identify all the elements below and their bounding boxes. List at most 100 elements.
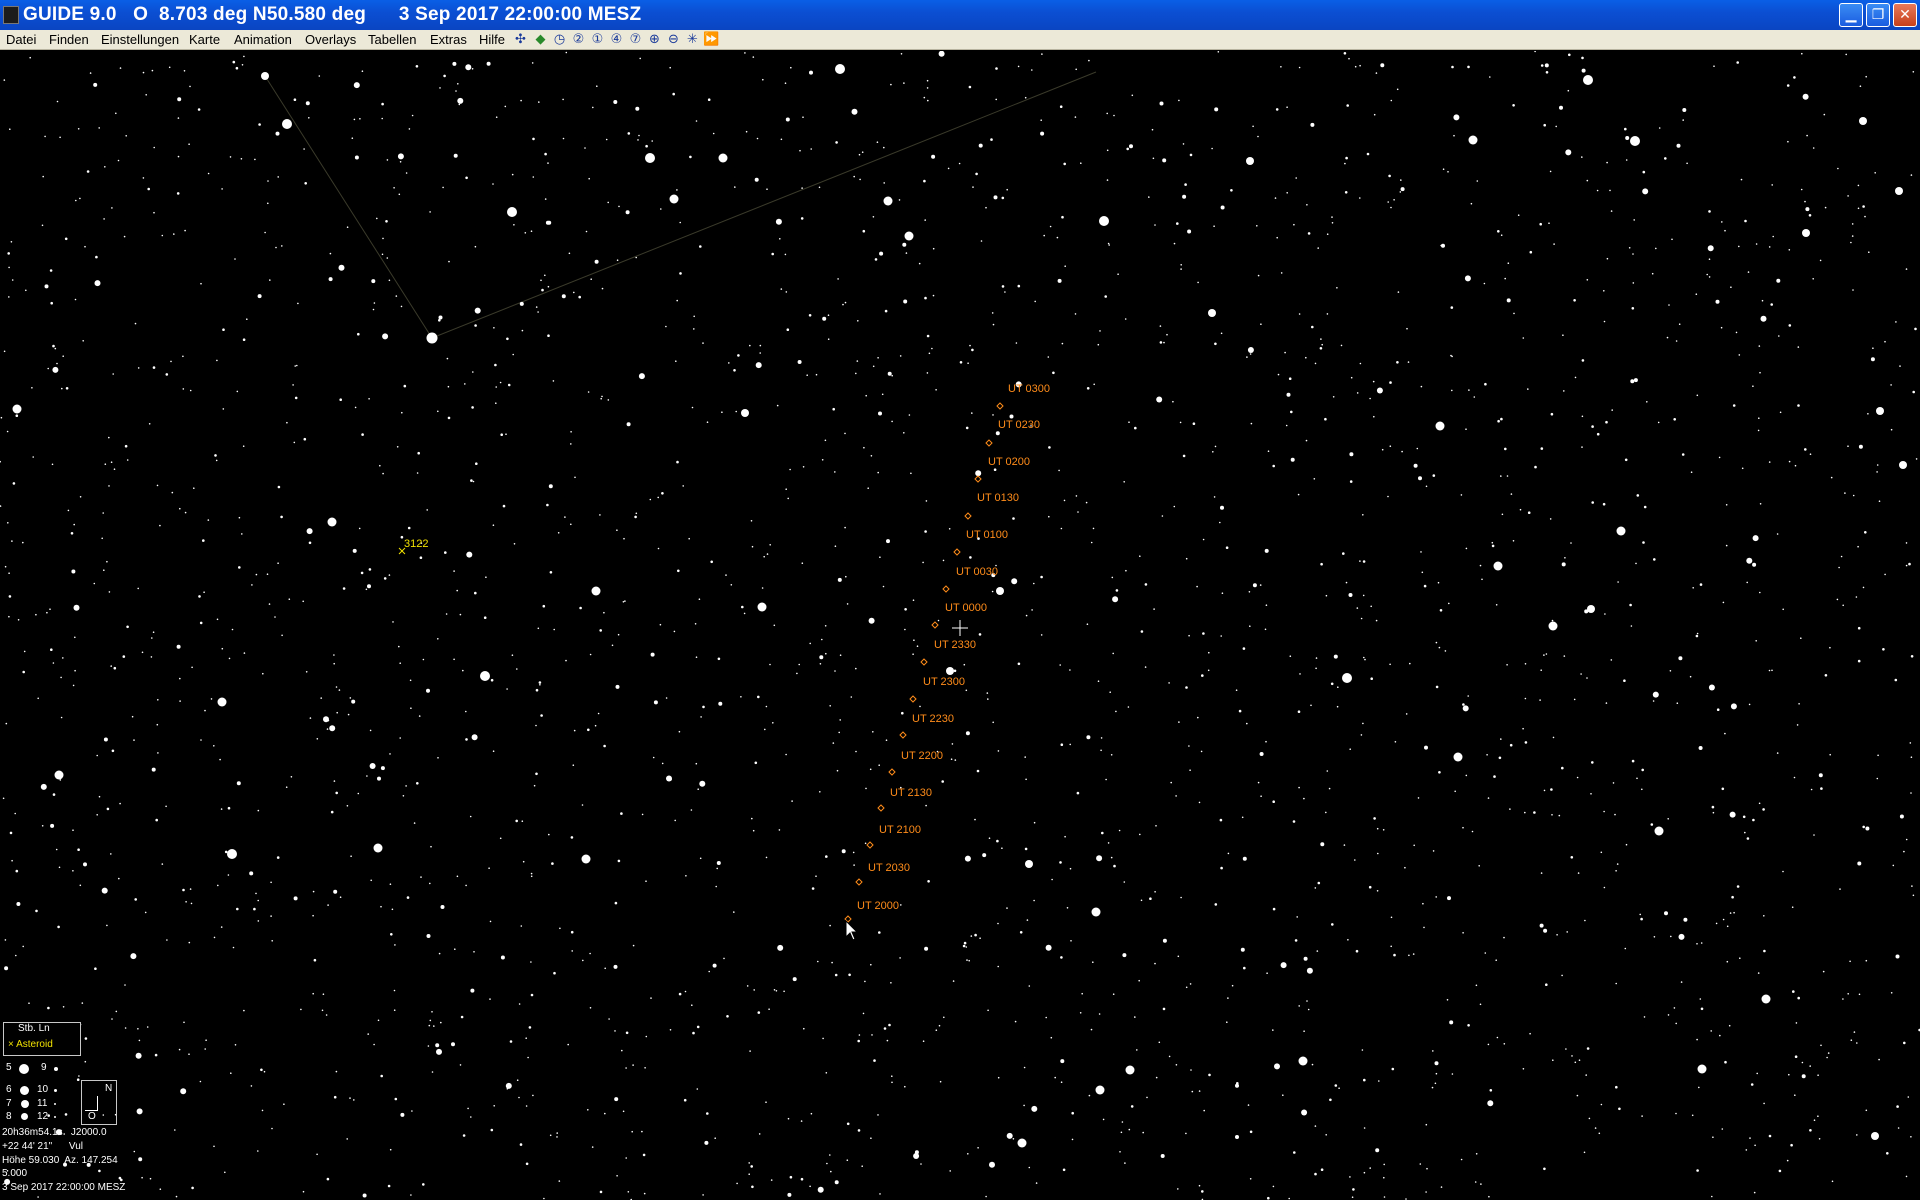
star — [328, 277, 333, 282]
star — [1246, 722, 1248, 725]
star — [327, 904, 329, 906]
toolbar-button-6[interactable]: ④ — [608, 30, 625, 48]
star — [810, 1112, 813, 1115]
menu-einstellungen[interactable]: Einstellungen — [101, 32, 179, 47]
star — [399, 662, 402, 664]
toolbar-button-7[interactable]: ⑦ — [627, 30, 644, 48]
star — [460, 1015, 464, 1019]
star — [1550, 412, 1554, 416]
menu-hilfe[interactable]: Hilfe — [479, 32, 505, 47]
star — [1610, 659, 1613, 661]
star — [549, 1134, 552, 1137]
star — [846, 1122, 850, 1126]
app-icon[interactable] — [3, 6, 19, 24]
star — [1286, 192, 1288, 194]
star — [1675, 1112, 1677, 1115]
star — [1393, 199, 1395, 201]
star — [426, 332, 438, 344]
toolbar-button-4[interactable]: ② — [570, 30, 587, 48]
star — [44, 135, 46, 138]
star — [422, 658, 425, 661]
star — [119, 802, 121, 805]
menu-overlays[interactable]: Overlays — [305, 32, 356, 47]
star — [1156, 396, 1163, 403]
star — [1214, 445, 1217, 448]
star — [193, 487, 195, 490]
star — [547, 220, 552, 225]
star-chart[interactable]: UT 0300 UT 0230 UT 0200 UT 0130 UT 0100 … — [0, 51, 1920, 1200]
mag-label: 10 — [37, 1084, 49, 1095]
star — [50, 301, 53, 305]
legend-title: Stb. Ln — [18, 1023, 50, 1034]
star — [1197, 716, 1199, 719]
menu-animation[interactable]: Animation — [234, 32, 292, 47]
star — [28, 1002, 30, 1004]
star — [819, 791, 821, 793]
star — [853, 175, 855, 178]
minimize-button[interactable]: ▁ — [1839, 3, 1863, 27]
star — [1859, 117, 1867, 125]
star — [834, 471, 836, 473]
toolbar-button-11[interactable]: ⏩ — [703, 30, 720, 48]
toolbar-button-1[interactable]: ✣ — [512, 30, 529, 48]
star — [607, 399, 610, 401]
toolbar-button-5[interactable]: ① — [589, 30, 606, 48]
path-label: UT 2100 — [879, 824, 921, 836]
restore-button[interactable]: ❐ — [1866, 3, 1890, 27]
star-field[interactable]: UT 0300 UT 0230 UT 0200 UT 0130 UT 0100 … — [0, 51, 1920, 1200]
star — [500, 955, 505, 960]
star — [768, 1008, 770, 1010]
star — [604, 1112, 606, 1115]
star — [759, 344, 762, 347]
star — [103, 218, 105, 220]
star — [962, 944, 966, 948]
menu-tabellen[interactable]: Tabellen — [368, 32, 416, 47]
star — [751, 545, 754, 548]
star — [1758, 417, 1760, 420]
star — [1545, 71, 1549, 74]
menu-datei[interactable]: Datei — [6, 32, 36, 47]
star — [1178, 99, 1180, 102]
star — [666, 775, 672, 782]
star — [62, 355, 64, 358]
toolbar-button-3[interactable]: ◷ — [551, 30, 568, 48]
star — [513, 543, 516, 545]
star — [1558, 814, 1561, 817]
star — [1746, 581, 1748, 584]
toolbar-button-2[interactable]: ◆ — [532, 30, 549, 48]
star — [495, 386, 498, 388]
star — [1678, 656, 1683, 661]
star — [1390, 916, 1393, 919]
star — [1786, 84, 1790, 87]
star — [349, 1097, 351, 1099]
star — [1641, 788, 1643, 791]
star — [1809, 1129, 1812, 1132]
star — [1336, 287, 1338, 289]
toolbar-button-9[interactable]: ⊖ — [665, 30, 682, 48]
close-button[interactable]: ✕ — [1893, 3, 1917, 27]
star — [1696, 1169, 1699, 1172]
star — [682, 485, 684, 487]
toolbar-button-8[interactable]: ⊕ — [646, 30, 663, 48]
zoom-in-icon: ⊕ — [649, 31, 660, 47]
star — [966, 959, 968, 961]
toolbar-button-10[interactable]: ✳ — [684, 30, 701, 48]
menu-extras[interactable]: Extras — [430, 32, 467, 47]
menu-karte[interactable]: Karte — [189, 32, 220, 47]
star — [271, 940, 274, 942]
star — [1431, 1086, 1434, 1089]
star — [927, 99, 929, 102]
star — [758, 1133, 761, 1135]
star — [736, 1182, 738, 1185]
star — [1568, 53, 1571, 57]
menu-finden[interactable]: Finden — [49, 32, 89, 47]
star — [1360, 734, 1363, 736]
star — [41, 825, 44, 827]
star — [149, 1177, 152, 1180]
star — [1394, 741, 1397, 743]
star — [972, 186, 974, 188]
star — [1691, 1114, 1694, 1117]
star — [133, 1150, 136, 1153]
star — [1606, 257, 1609, 260]
star — [1453, 752, 1463, 762]
